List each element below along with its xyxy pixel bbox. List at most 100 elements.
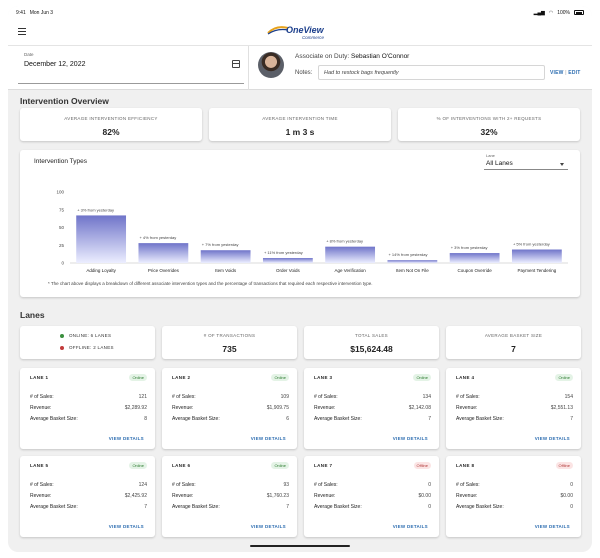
basket-row: Average Basket Size: 6 bbox=[172, 416, 289, 422]
battery-icon bbox=[574, 10, 584, 15]
status-badge: Online bbox=[271, 374, 289, 381]
stat-card-efficiency: AVERAGE INTERVENTION EFFICIENCY 82% bbox=[20, 108, 202, 141]
status-bar: 9:41 Mon Jun 3 ▂▄▆ ◠ 100% bbox=[8, 6, 592, 19]
basket-label: Average Basket Size: bbox=[456, 504, 504, 510]
menu-icon[interactable] bbox=[18, 28, 26, 35]
intervention-overview-title: Intervention Overview bbox=[20, 96, 109, 106]
view-details-button[interactable]: VIEW DETAILS bbox=[393, 436, 428, 441]
bar-annotation: + 8% from yesterday bbox=[326, 239, 363, 244]
revenue-label: Revenue: bbox=[172, 493, 194, 499]
basket-row: Average Basket Size: 0 bbox=[314, 504, 431, 510]
lane-name: LANE 5 bbox=[30, 463, 49, 468]
revenue-row: Revenue: $0.00 bbox=[314, 493, 431, 499]
lane-card-7: LANE 7 Offline # of Sales: 0 Revenue: $0.0… bbox=[304, 456, 439, 537]
date-picker[interactable]: Date December 12, 2022 bbox=[18, 50, 244, 84]
revenue-row: Revenue: $1,760.23 bbox=[172, 493, 289, 499]
revenue-value: $2,289.92 bbox=[124, 405, 147, 411]
intervention-bar-chart: 0 25 50 75 100 + 3% from yesterday Adding Loya… bbox=[56, 190, 568, 273]
chart-bar bbox=[76, 215, 127, 263]
basket-row: Average Basket Size: 7 bbox=[456, 416, 573, 422]
chart-bar bbox=[138, 243, 189, 263]
stat-value: 32% bbox=[480, 127, 498, 137]
revenue-row: Revenue: $1,909.75 bbox=[172, 405, 289, 411]
calendar-icon[interactable] bbox=[232, 60, 240, 68]
revenue-label: Revenue: bbox=[314, 493, 336, 499]
avg-basket-card: AVERAGE BASKET SIZE 7 bbox=[446, 326, 581, 359]
basket-value: 0 bbox=[570, 504, 573, 510]
chart-bar bbox=[200, 250, 251, 263]
basket-row: Average Basket Size: 7 bbox=[30, 504, 147, 510]
online-dot-icon bbox=[60, 333, 64, 338]
lane-card-4: LANE 4 Online # of Sales: 154 Revenue: $2,… bbox=[446, 368, 581, 449]
bar-annotation: + 11% from yesterday bbox=[264, 250, 303, 255]
view-details-button[interactable]: VIEW DETAILS bbox=[535, 524, 570, 529]
signal-icon: ▂▄▆ bbox=[533, 9, 545, 16]
revenue-value: $1,909.75 bbox=[266, 405, 289, 411]
status-badge: Online bbox=[129, 462, 147, 469]
view-details-button[interactable]: VIEW DETAILS bbox=[535, 436, 570, 441]
date-label: Date bbox=[24, 52, 34, 57]
view-details-button[interactable]: VIEW DETAILS bbox=[109, 436, 144, 441]
revenue-row: Revenue: $2,142.08 bbox=[314, 405, 431, 411]
revenue-label: Revenue: bbox=[314, 405, 336, 411]
view-details-button[interactable]: VIEW DETAILS bbox=[393, 524, 428, 529]
x-tick-label: Order Voids bbox=[276, 268, 301, 273]
lane-name: LANE 8 bbox=[456, 463, 475, 468]
basket-row: Average Basket Size: 8 bbox=[30, 416, 147, 422]
revenue-label: Revenue: bbox=[30, 405, 52, 411]
basket-label: Average Basket Size: bbox=[456, 416, 504, 422]
lane-name: LANE 2 bbox=[172, 375, 191, 380]
y-tick-label: 50 bbox=[59, 225, 65, 230]
basket-value: 7 bbox=[428, 416, 431, 422]
sales-value: 93 bbox=[283, 482, 289, 488]
status-badge: Offline bbox=[413, 462, 431, 469]
chart-bar bbox=[511, 249, 562, 263]
intervention-types-card: Intervention Types Lane All Lanes 0 25 50 7… bbox=[20, 150, 580, 297]
revenue-label: Revenue: bbox=[456, 493, 478, 499]
app-bar: OneView Commerce bbox=[8, 19, 592, 46]
revenue-value: $1,760.23 bbox=[266, 493, 289, 499]
lane-card-2: LANE 2 Online # of Sales: 109 Revenue: $1,… bbox=[162, 368, 297, 449]
info-bar: Date December 12, 2022 Associate on Duty… bbox=[8, 46, 592, 90]
bar-annotation: + 3% from yesterday bbox=[77, 207, 114, 212]
status-date: Mon Jun 3 bbox=[29, 9, 54, 16]
wifi-icon: ◠ bbox=[548, 9, 554, 16]
status-badge: Online bbox=[271, 462, 289, 469]
sales-label: # of Sales: bbox=[30, 482, 54, 488]
x-tick-label: Item Voids bbox=[215, 268, 237, 273]
view-link[interactable]: VIEW bbox=[550, 70, 564, 76]
sales-row: # of Sales: 0 bbox=[456, 482, 573, 488]
basket-value: 7 bbox=[286, 504, 289, 510]
offline-dot-icon bbox=[60, 345, 64, 350]
status-badge: Online bbox=[413, 374, 431, 381]
online-label: ONLINE: 6 LANES bbox=[69, 333, 112, 338]
sales-label: # of Sales: bbox=[314, 394, 338, 400]
lane-card-3: LANE 3 Online # of Sales: 134 Revenue: $2,… bbox=[304, 368, 439, 449]
view-details-button[interactable]: VIEW DETAILS bbox=[251, 524, 286, 529]
date-value: December 12, 2022 bbox=[24, 61, 86, 68]
status-right: ▂▄▆ ◠ 100% bbox=[534, 10, 584, 16]
sales-label: # of Sales: bbox=[456, 394, 480, 400]
stat-value: 735 bbox=[222, 344, 237, 354]
edit-link[interactable]: EDIT bbox=[568, 70, 580, 76]
chart-note: * The chart above displays a breakdown o… bbox=[48, 281, 373, 286]
view-details-button[interactable]: VIEW DETAILS bbox=[109, 524, 144, 529]
view-details-button[interactable]: VIEW DETAILS bbox=[251, 436, 286, 441]
lane-card-5: LANE 5 Online # of Sales: 124 Revenue: $2,… bbox=[20, 456, 155, 537]
lanes-title: Lanes bbox=[20, 310, 45, 320]
basket-value: 0 bbox=[428, 504, 431, 510]
sales-label: # of Sales: bbox=[172, 394, 196, 400]
stat-value: $15,624.48 bbox=[350, 344, 393, 354]
sales-row: # of Sales: 109 bbox=[172, 394, 289, 400]
stat-value: 7 bbox=[511, 344, 516, 354]
view-edit-separator: | bbox=[565, 70, 567, 76]
sales-label: # of Sales: bbox=[314, 482, 338, 488]
chart-bar bbox=[262, 258, 313, 263]
sales-value: 0 bbox=[428, 482, 431, 488]
y-tick-label: 0 bbox=[61, 261, 64, 266]
notes-field[interactable]: Had to restock bags frequently bbox=[318, 65, 545, 80]
revenue-value: $0.00 bbox=[560, 493, 573, 499]
tablet-screen: 9:41 Mon Jun 3 ▂▄▆ ◠ 100% OneView Commer… bbox=[8, 6, 592, 552]
revenue-row: Revenue: $0.00 bbox=[456, 493, 573, 499]
lane-name: LANE 6 bbox=[172, 463, 191, 468]
